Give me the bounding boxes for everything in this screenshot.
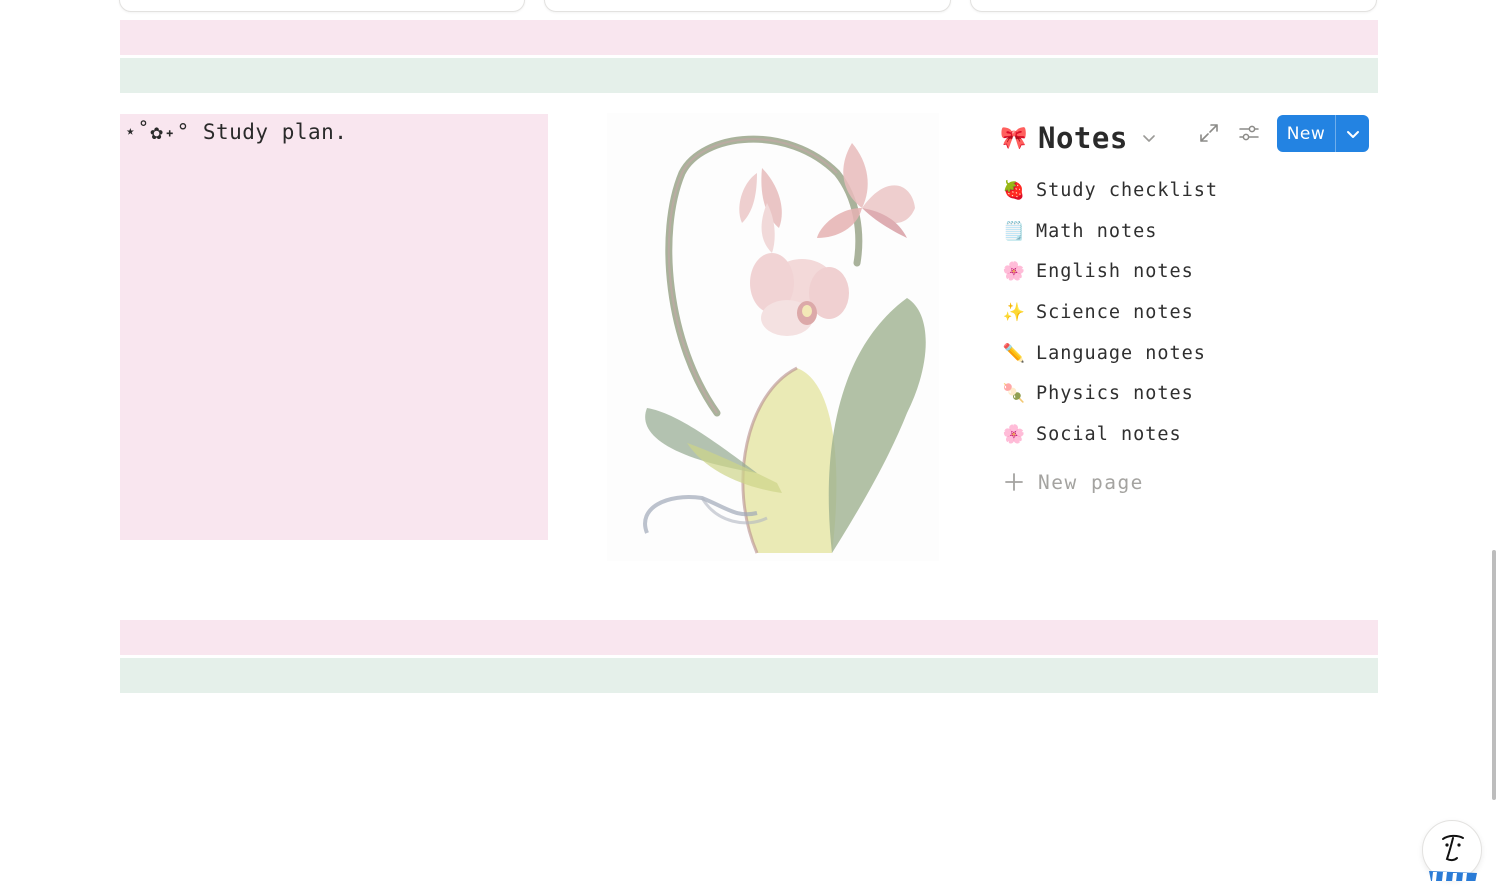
expand-arrows-icon[interactable]	[1195, 119, 1223, 147]
cherry-blossom-icon: 🌸	[1002, 423, 1026, 445]
notes-database-header: 🎀 Notes	[1000, 118, 1156, 158]
study-plan-callout[interactable]: ⋆˚✿˖° Study plan.	[120, 114, 548, 540]
list-item[interactable]: 🍡 Physics notes	[1002, 373, 1218, 414]
chevron-down-icon[interactable]	[1142, 131, 1156, 145]
green-divider-band	[120, 658, 1378, 693]
list-item[interactable]: 🌸 Social notes	[1002, 414, 1218, 455]
list-item-label: Math notes	[1036, 220, 1158, 242]
green-divider-band	[120, 58, 1378, 93]
plus-icon	[1004, 472, 1030, 492]
gallery-card-2[interactable]	[544, 0, 951, 12]
pink-divider-band	[120, 20, 1378, 55]
gallery-card-3[interactable]	[970, 0, 1377, 12]
list-item[interactable]: 🍓 Study checklist	[1002, 170, 1218, 211]
new-button[interactable]: New	[1277, 115, 1335, 152]
list-item-label: Physics notes	[1036, 383, 1194, 405]
sparkles-icon: ✨	[1002, 301, 1026, 323]
list-item-label: English notes	[1036, 261, 1194, 283]
notepad-icon: 🗒️	[1002, 220, 1026, 242]
new-page-button[interactable]: New page	[1004, 466, 1144, 498]
list-item[interactable]: 🌸 English notes	[1002, 251, 1218, 292]
scrollbar-thumb[interactable]	[1492, 550, 1496, 800]
dango-icon: 🍡	[1002, 383, 1026, 405]
notes-title[interactable]: Notes	[1038, 121, 1128, 155]
list-item[interactable]: 🗒️ Math notes	[1002, 211, 1218, 252]
strawberry-icon: 🍓	[1002, 179, 1026, 201]
ribbon-icon: 🎀	[1000, 125, 1028, 151]
sliders-icon[interactable]	[1235, 119, 1263, 147]
list-item-label: Language notes	[1036, 342, 1206, 364]
help-avatar-button[interactable]	[1422, 820, 1482, 883]
gallery-card-1[interactable]	[119, 0, 525, 12]
cherry-blossom-icon: 🌸	[1002, 261, 1026, 283]
list-item[interactable]: ✨ Science notes	[1002, 292, 1218, 333]
pink-divider-band	[120, 620, 1378, 655]
new-page-label: New page	[1038, 470, 1144, 494]
new-options-button[interactable]	[1336, 115, 1369, 152]
notes-list: 🍓 Study checklist 🗒️ Math notes 🌸 Englis…	[1002, 170, 1218, 455]
new-split-button: New	[1277, 115, 1369, 152]
chevron-down-icon	[1346, 130, 1359, 138]
list-item-label: Study checklist	[1036, 179, 1219, 201]
list-item[interactable]: ✏️ Language notes	[1002, 333, 1218, 374]
pencil-icon: ✏️	[1002, 342, 1026, 364]
study-plan-title[interactable]: ⋆˚✿˖° Study plan.	[124, 120, 347, 144]
list-item-label: Social notes	[1036, 423, 1182, 445]
list-item-label: Science notes	[1036, 301, 1194, 323]
notion-ai-face-icon	[1429, 834, 1477, 883]
orchid-illustration	[607, 113, 939, 561]
